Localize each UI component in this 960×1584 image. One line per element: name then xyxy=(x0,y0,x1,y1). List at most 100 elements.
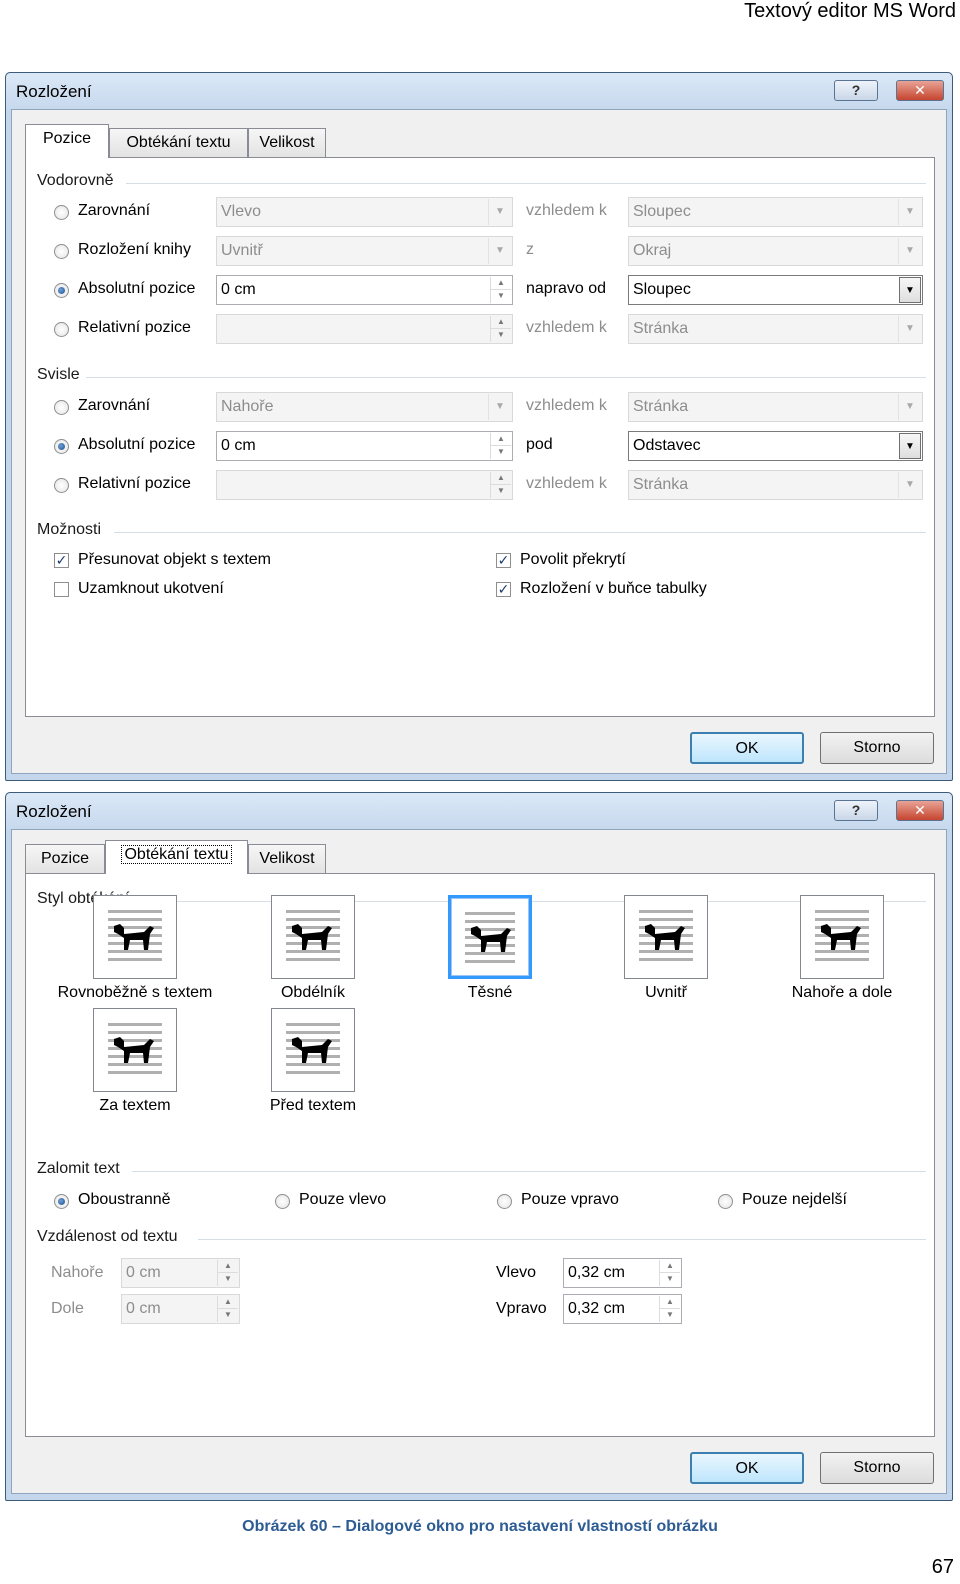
tab-size[interactable]: Velikost xyxy=(248,128,326,158)
label-lock-anchor: Uzamknout ukotvení xyxy=(78,580,224,597)
dropdown-arrow-icon: ▼ xyxy=(898,238,921,264)
v-alignment-relative-select[interactable]: Stránka ▼ xyxy=(628,392,923,422)
wrap-top-bottom-tile[interactable] xyxy=(800,895,884,979)
wrap-behind-tile[interactable] xyxy=(93,1008,177,1092)
title-bar: Rozložení ? ✕ xyxy=(6,73,952,109)
h-relative-input[interactable]: ▲ ▼ xyxy=(216,314,513,344)
radio-book-layout[interactable] xyxy=(54,244,69,259)
book-layout-select[interactable]: Uvnitř ▼ xyxy=(216,236,513,266)
h-alignment-select[interactable]: Vlevo ▼ xyxy=(216,197,513,227)
text-line xyxy=(639,958,693,961)
dog-image-icon xyxy=(643,920,687,952)
spin-arrows-icon[interactable]: ▲ ▼ xyxy=(490,277,511,303)
v-absolute-input[interactable]: 0 cm ▲ ▼ xyxy=(216,431,513,461)
dropdown-arrow-icon[interactable]: ▼ xyxy=(899,433,921,459)
wrap-in-front-tile[interactable] xyxy=(271,1008,355,1092)
v-relative-input[interactable]: ▲ ▼ xyxy=(216,470,513,500)
dropdown-arrow-icon: ▼ xyxy=(898,199,921,225)
spin-arrows-icon: ▲ ▼ xyxy=(217,1296,238,1322)
section-distance: Vzdálenost od textu xyxy=(37,1228,178,1245)
radio-v-alignment[interactable] xyxy=(54,400,69,415)
ok-button[interactable]: OK xyxy=(690,732,804,764)
label-right-only: Pouze vpravo xyxy=(521,1191,619,1208)
h-absolute-input[interactable]: 0 cm ▲ ▼ xyxy=(216,275,513,305)
tab-position[interactable]: Pozice xyxy=(25,844,105,874)
radio-largest-only[interactable] xyxy=(718,1194,733,1209)
h-relative-relative-select[interactable]: Stránka ▼ xyxy=(628,314,923,344)
spin-arrows-icon[interactable]: ▲ ▼ xyxy=(659,1296,680,1322)
label-v-alignment: Zarovnání xyxy=(78,397,151,414)
help-icon[interactable]: ? xyxy=(834,800,878,821)
label-move-with-text: Přesunovat objekt s textem xyxy=(78,551,271,568)
book-layout-relative-select[interactable]: Okraj ▼ xyxy=(628,236,923,266)
checkbox-allow-overlap[interactable]: ✓ xyxy=(496,553,511,568)
help-icon[interactable]: ? xyxy=(834,80,878,101)
radio-both-sides[interactable] xyxy=(54,1194,69,1209)
wrap-style-label: Nahoře a dole xyxy=(791,984,893,1001)
h-absolute-relative-select[interactable]: Sloupec ▼ xyxy=(628,275,923,305)
dog-image-icon xyxy=(112,920,156,952)
dog-image-icon xyxy=(290,1033,334,1065)
text-line xyxy=(815,910,869,913)
ok-button[interactable]: OK xyxy=(690,1452,804,1484)
layout-dialog-text-wrapping: Rozložení ? ✕ Pozice Obtékání textu Veli… xyxy=(5,792,953,1501)
label-relative-to: vzhledem k xyxy=(526,202,607,219)
distance-right-input[interactable]: 0,32 cm ▲ ▼ xyxy=(563,1294,682,1324)
radio-left-only[interactable] xyxy=(275,1194,290,1209)
radio-h-alignment[interactable] xyxy=(54,205,69,220)
v-absolute-relative-select[interactable]: Odstavec ▼ xyxy=(628,431,923,461)
distance-left-input[interactable]: 0,32 cm ▲ ▼ xyxy=(563,1258,682,1288)
checkbox-move-with-text[interactable]: ✓ xyxy=(54,553,69,568)
section-horizontal: Vodorovně xyxy=(37,172,114,189)
section-options: Možnosti xyxy=(37,521,102,538)
dropdown-arrow-icon[interactable]: ▼ xyxy=(899,277,921,303)
wrap-through-tile[interactable] xyxy=(624,895,708,979)
h-alignment-relative-select[interactable]: Sloupec ▼ xyxy=(628,197,923,227)
label-layout-in-cell: Rozložení v buňce tabulky xyxy=(520,580,707,597)
text-line xyxy=(286,1071,340,1074)
text-line xyxy=(639,910,693,913)
tab-text-wrapping[interactable]: Obtékání textu xyxy=(105,840,248,874)
radio-h-relative[interactable] xyxy=(54,322,69,337)
spin-arrows-icon: ▲ ▼ xyxy=(490,472,511,498)
distance-top-input[interactable]: 0 cm ▲ ▼ xyxy=(121,1258,240,1288)
divider xyxy=(126,183,926,184)
wrap-style-label: Uvnitř xyxy=(645,984,687,1001)
tab-position[interactable]: Pozice xyxy=(25,124,109,158)
cancel-button[interactable]: Storno xyxy=(820,732,934,764)
radio-v-absolute[interactable] xyxy=(54,439,69,454)
tab-text-wrapping[interactable]: Obtékání textu xyxy=(109,128,248,158)
dog-image-icon xyxy=(112,1033,156,1065)
dropdown-arrow-icon: ▼ xyxy=(898,472,921,498)
spin-arrows-icon: ▲ ▼ xyxy=(217,1260,238,1286)
cancel-button[interactable]: Storno xyxy=(820,1452,934,1484)
v-relative-relative-select[interactable]: Stránka ▼ xyxy=(628,470,923,500)
spin-arrows-icon[interactable]: ▲ ▼ xyxy=(490,433,511,459)
text-line xyxy=(286,1023,340,1026)
v-alignment-select[interactable]: Nahoře ▼ xyxy=(216,392,513,422)
wrap-tight-tile[interactable] xyxy=(448,895,532,979)
text-line xyxy=(465,960,515,963)
label-below: pod xyxy=(526,436,553,453)
label-of: z xyxy=(526,241,534,258)
radio-v-relative[interactable] xyxy=(54,478,69,493)
close-icon[interactable]: ✕ xyxy=(896,800,944,821)
wrap-style-label: Před textem xyxy=(269,1097,357,1114)
label-right-of: napravo od xyxy=(526,280,607,297)
close-icon[interactable]: ✕ xyxy=(896,80,944,101)
distance-bottom-input[interactable]: 0 cm ▲ ▼ xyxy=(121,1294,240,1324)
spin-arrows-icon[interactable]: ▲ ▼ xyxy=(659,1260,680,1286)
dialog-title: Rozložení xyxy=(16,82,92,101)
label-book-layout: Rozložení knihy xyxy=(78,241,191,258)
divider xyxy=(86,377,926,378)
dialog-body: Pozice Obtékání textu Velikost Vodorovně… xyxy=(11,109,947,774)
wrap-square-tile[interactable] xyxy=(93,895,177,979)
dog-image-icon xyxy=(290,920,334,952)
checkbox-lock-anchor[interactable] xyxy=(54,582,69,597)
tab-size[interactable]: Velikost xyxy=(248,844,326,874)
radio-h-absolute[interactable] xyxy=(54,283,69,298)
radio-right-only[interactable] xyxy=(497,1194,512,1209)
wrap-style-label: Za textem xyxy=(99,1097,171,1114)
wrap-rectangle-tile[interactable] xyxy=(271,895,355,979)
checkbox-layout-in-cell[interactable]: ✓ xyxy=(496,582,511,597)
